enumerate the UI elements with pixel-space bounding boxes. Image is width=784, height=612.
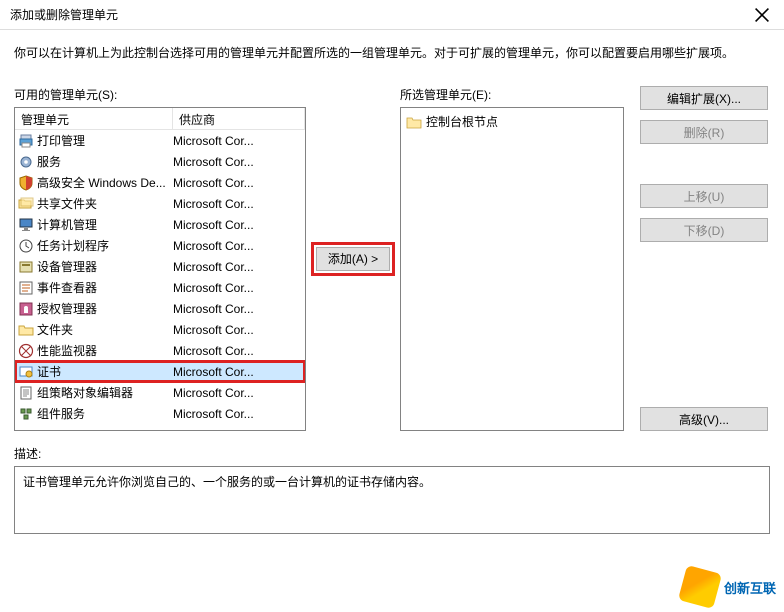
snapin-vendor: Microsoft Cor...	[173, 386, 305, 400]
snapin-name: 高级安全 Windows De...	[37, 174, 173, 191]
snapin-vendor: Microsoft Cor...	[173, 323, 305, 337]
snapin-name: 文件夹	[37, 321, 173, 338]
selected-tree[interactable]: 控制台根节点	[400, 107, 624, 431]
description-box: 证书管理单元允许你浏览自己的、一个服务的或一台计算机的证书存储内容。	[14, 466, 770, 534]
description-label: 描述:	[14, 445, 770, 462]
snapin-vendor: Microsoft Cor...	[173, 197, 305, 211]
list-row[interactable]: 打印管理Microsoft Cor...	[15, 130, 305, 151]
snapin-vendor: Microsoft Cor...	[173, 407, 305, 421]
list-row[interactable]: 组件服务Microsoft Cor...	[15, 403, 305, 424]
list-row[interactable]: 性能监视器Microsoft Cor...	[15, 340, 305, 361]
list-row[interactable]: 任务计划程序Microsoft Cor...	[15, 235, 305, 256]
edit-extensions-button[interactable]: 编辑扩展(X)...	[640, 86, 768, 110]
policy-icon	[17, 385, 35, 401]
dialog-subtitle: 你可以在计算机上为此控制台选择可用的管理单元并配置所选的一组管理单元。对于可扩展…	[14, 44, 770, 62]
move-down-button[interactable]: 下移(D)	[640, 218, 768, 242]
snapin-name: 组件服务	[37, 405, 173, 422]
snapin-vendor: Microsoft Cor...	[173, 155, 305, 169]
snapin-name: 授权管理器	[37, 300, 173, 317]
selected-label: 所选管理单元(E):	[400, 86, 624, 103]
snapin-name: 计算机管理	[37, 216, 173, 233]
snapin-name: 事件查看器	[37, 279, 173, 296]
logo-text: 创新互联	[724, 578, 776, 597]
cert-icon	[17, 364, 35, 380]
device-icon	[17, 259, 35, 275]
snapin-vendor: Microsoft Cor...	[173, 176, 305, 190]
list-row[interactable]: 文件夹Microsoft Cor...	[15, 319, 305, 340]
window-title: 添加或删除管理单元	[10, 6, 739, 23]
list-row[interactable]: 共享文件夹Microsoft Cor...	[15, 193, 305, 214]
snapin-vendor: Microsoft Cor...	[173, 344, 305, 358]
list-row[interactable]: 事件查看器Microsoft Cor...	[15, 277, 305, 298]
advanced-button[interactable]: 高级(V)...	[640, 407, 768, 431]
remove-button[interactable]: 删除(R)	[640, 120, 768, 144]
header-vendor[interactable]: 供应商	[173, 108, 305, 129]
clock-icon	[17, 238, 35, 254]
computer-icon	[17, 217, 35, 233]
close-button[interactable]	[739, 0, 784, 30]
list-row[interactable]: 高级安全 Windows De...Microsoft Cor...	[15, 172, 305, 193]
snapin-vendor: Microsoft Cor...	[173, 365, 305, 379]
move-up-button[interactable]: 上移(U)	[640, 184, 768, 208]
list-row[interactable]: 证书Microsoft Cor...	[15, 361, 305, 382]
snapin-vendor: Microsoft Cor...	[173, 239, 305, 253]
list-row[interactable]: 授权管理器Microsoft Cor...	[15, 298, 305, 319]
snapin-name: 任务计划程序	[37, 237, 173, 254]
folder-icon	[17, 322, 35, 338]
shield-icon	[17, 175, 35, 191]
snapin-name: 组策略对象编辑器	[37, 384, 173, 401]
snapin-vendor: Microsoft Cor...	[173, 134, 305, 148]
snapin-vendor: Microsoft Cor...	[173, 281, 305, 295]
snapin-vendor: Microsoft Cor...	[173, 218, 305, 232]
add-button-highlight: 添加(A) >	[311, 242, 395, 276]
printer-icon	[17, 133, 35, 149]
perf-icon	[17, 343, 35, 359]
component-icon	[17, 406, 35, 422]
eventlog-icon	[17, 280, 35, 296]
tree-root-item[interactable]: 控制台根节点	[404, 111, 620, 132]
snapin-name: 共享文件夹	[37, 195, 173, 212]
watermark-logo: 创新互联	[674, 562, 784, 612]
snapin-name: 性能监视器	[37, 342, 173, 359]
list-row[interactable]: 服务Microsoft Cor...	[15, 151, 305, 172]
snapin-name: 设备管理器	[37, 258, 173, 275]
folder-icon	[406, 115, 422, 129]
list-row[interactable]: 计算机管理Microsoft Cor...	[15, 214, 305, 235]
titlebar: 添加或删除管理单元	[0, 0, 784, 30]
description-text: 证书管理单元允许你浏览自己的、一个服务的或一台计算机的证书存储内容。	[23, 475, 431, 489]
snapin-vendor: Microsoft Cor...	[173, 260, 305, 274]
list-row[interactable]: 组策略对象编辑器Microsoft Cor...	[15, 382, 305, 403]
snapin-vendor: Microsoft Cor...	[173, 302, 305, 316]
snapin-name: 服务	[37, 153, 173, 170]
header-name[interactable]: 管理单元	[15, 108, 173, 129]
list-row[interactable]: 设备管理器Microsoft Cor...	[15, 256, 305, 277]
snapin-name: 打印管理	[37, 132, 173, 149]
available-label: 可用的管理单元(S):	[14, 86, 306, 103]
gear-icon	[17, 154, 35, 170]
snapin-name: 证书	[37, 363, 173, 380]
tree-root-label: 控制台根节点	[426, 113, 498, 130]
close-icon	[754, 7, 770, 23]
list-header: 管理单元 供应商	[15, 108, 305, 130]
authlock-icon	[17, 301, 35, 317]
folders-icon	[17, 196, 35, 212]
logo-icon	[678, 565, 722, 609]
add-button[interactable]: 添加(A) >	[316, 247, 390, 271]
available-list[interactable]: 管理单元 供应商 打印管理Microsoft Cor...服务Microsoft…	[14, 107, 306, 431]
